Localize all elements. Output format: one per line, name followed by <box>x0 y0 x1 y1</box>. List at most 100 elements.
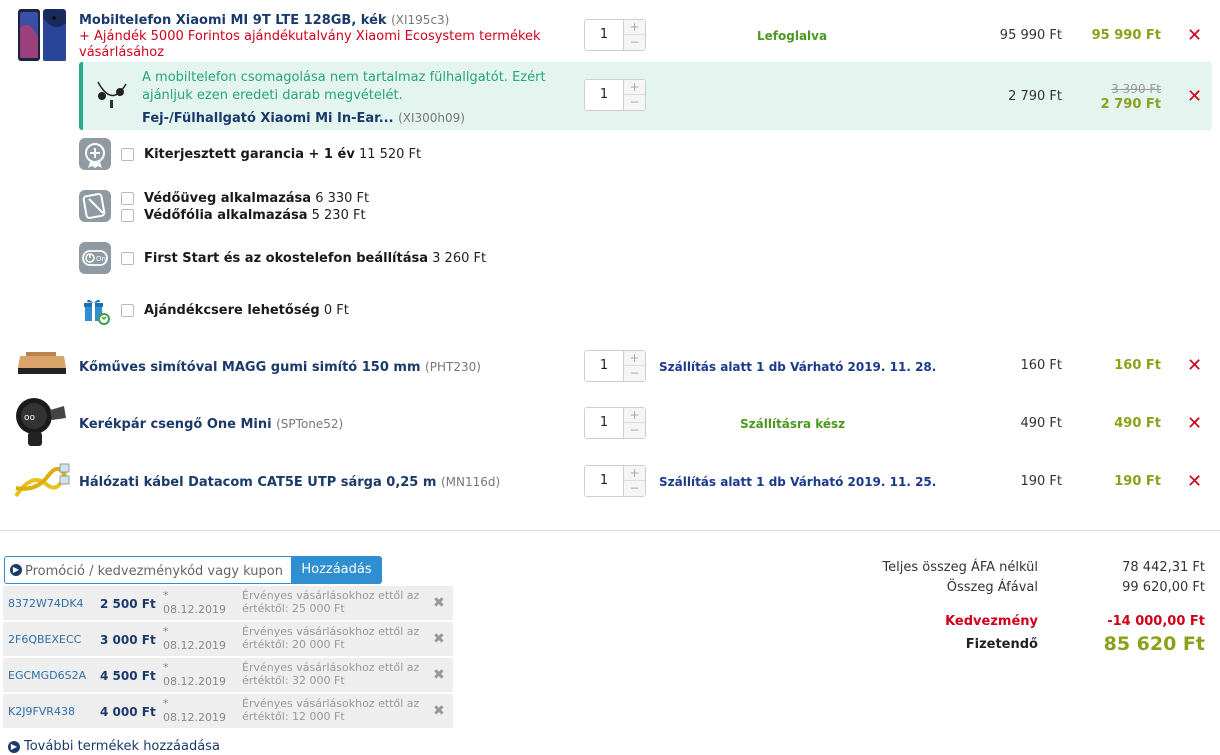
remove-coupon-icon[interactable]: ✖ <box>433 667 445 683</box>
remove-item-button[interactable]: ✕ <box>1187 415 1202 433</box>
gift-exchange-icon <box>84 299 110 325</box>
coupon-date: * 08.12.2019 <box>163 697 226 725</box>
quantity-stepper[interactable]: 1 + − <box>584 79 646 111</box>
earphone-thumbnail[interactable] <box>94 78 130 110</box>
product-title[interactable]: Kőműves simítóval MAGG gumi simító 150 m… <box>79 360 421 375</box>
remove-item-button[interactable]: ✕ <box>1187 357 1202 375</box>
coupon-code[interactable]: 8372W74DK4 <box>8 597 84 610</box>
coupon-code[interactable]: K2J9FVR438 <box>8 705 75 718</box>
warranty-option: Kiterjesztett garancia + 1 év 11 520 Ft <box>144 147 421 162</box>
suggestion-text: A mobiltelefon csomagolása nem tartalmaz… <box>142 70 546 103</box>
service-price: 6 330 Ft <box>315 191 370 206</box>
product-name[interactable]: Kerékpár csengő One Mini (SPTone52) <box>79 417 343 432</box>
gift-exchange-checkbox[interactable] <box>121 304 134 317</box>
add-more-products-label[interactable]: További termékek hozzáadása <box>24 739 220 754</box>
coupon-code[interactable]: 2F6QBEXECC <box>8 633 81 646</box>
plus-icon[interactable]: + <box>624 80 645 95</box>
minus-icon[interactable]: − <box>624 481 645 496</box>
status-badge: Lefoglalva <box>757 29 828 43</box>
quantity-value[interactable]: 1 <box>585 20 623 50</box>
suggested-product-name[interactable]: Fej-/Fülhallgató Xiaomi Mi In-Ear... (XI… <box>142 111 465 126</box>
remove-coupon-icon[interactable]: ✖ <box>433 703 445 719</box>
bell-thumbnail[interactable]: oo <box>14 396 70 448</box>
product-code: (MN116d) <box>440 475 501 489</box>
screen-glass-checkbox[interactable] <box>121 192 134 205</box>
coupon-date-value: 08.12.2019 <box>163 675 226 688</box>
arrow-right-icon: ▶ <box>8 740 20 753</box>
quantity-value[interactable]: 1 <box>585 408 623 438</box>
plus-icon[interactable]: + <box>624 351 645 366</box>
gross-total-label: Összeg Áfával <box>946 580 1038 595</box>
remove-item-button[interactable]: ✕ <box>1187 88 1202 106</box>
coupon-code[interactable]: EGCMGD6S2A <box>8 669 86 682</box>
plus-icon[interactable]: + <box>624 466 645 481</box>
product-title[interactable]: Kerékpár csengő One Mini <box>79 417 272 432</box>
coupon-condition: Érvényes vásárlásokhoz ettől az értéktől… <box>242 697 420 723</box>
coupon-amount: 3 000 Ft <box>100 633 156 647</box>
unit-price: 190 Ft <box>1020 474 1062 489</box>
warranty-checkbox[interactable] <box>121 148 134 161</box>
quantity-stepper[interactable]: 1 + − <box>584 19 646 51</box>
status-badge: Szállítás alatt 1 db Várható 2019. 11. 2… <box>659 360 937 374</box>
promo-code-input[interactable] <box>25 561 291 581</box>
line-total: 160 Ft <box>1114 358 1161 373</box>
quantity-stepper[interactable]: 1 + − <box>584 407 646 439</box>
discount-label: Kedvezmény <box>945 614 1038 629</box>
amount-due-label: Fizetendő <box>965 637 1038 652</box>
product-title[interactable]: Mobiltelefon Xiaomi MI 9T LTE 128GB, kék <box>79 13 387 28</box>
coupon-amount: 2 500 Ft <box>100 597 156 611</box>
add-more-products-link[interactable]: ▶ További termékek hozzáadása <box>8 739 220 754</box>
product-name[interactable]: Hálózati kábel Datacom CAT5E UTP sárga 0… <box>79 475 500 490</box>
product-code: (XI195c3) <box>391 13 450 27</box>
phone-thumbnail[interactable] <box>16 8 68 62</box>
svg-text:On: On <box>96 255 106 263</box>
line-total: 95 990 Ft <box>1091 28 1161 43</box>
product-name[interactable]: Mobiltelefon Xiaomi MI 9T LTE 128GB, kék… <box>79 13 449 28</box>
section-divider <box>0 530 1220 531</box>
coupon-star: * <box>163 661 169 674</box>
product-title[interactable]: Hálózati kábel Datacom CAT5E UTP sárga 0… <box>79 475 436 490</box>
remove-item-button[interactable]: ✕ <box>1187 27 1202 45</box>
amount-due-value: 85 620 Ft <box>1103 633 1205 655</box>
quantity-value[interactable]: 1 <box>585 466 623 496</box>
unit-price: 160 Ft <box>1020 358 1062 373</box>
coupon-star: * <box>163 589 169 602</box>
coupon-date: * 08.12.2019 <box>163 589 226 617</box>
service-price: 5 230 Ft <box>311 208 366 223</box>
suggested-product-code: (XI300h09) <box>398 111 465 125</box>
quantity-stepper[interactable]: 1 + − <box>584 465 646 497</box>
coupon-row: EGCMGD6S2A 4 500 Ft * 08.12.2019 Érvényes… <box>3 658 453 692</box>
remove-coupon-icon[interactable]: ✖ <box>433 595 445 611</box>
remove-coupon-icon[interactable]: ✖ <box>433 631 445 647</box>
coupon-row: K2J9FVR438 4 000 Ft * 08.12.2019 Érvényes… <box>3 694 453 728</box>
quantity-value[interactable]: 1 <box>585 80 623 110</box>
coupon-date-value: 08.12.2019 <box>163 639 226 652</box>
minus-icon[interactable]: − <box>624 423 645 438</box>
plus-icon[interactable]: + <box>624 20 645 35</box>
screen-film-checkbox[interactable] <box>121 209 134 222</box>
quantity-stepper[interactable]: 1 + − <box>584 350 646 382</box>
coupon-star: * <box>163 625 169 638</box>
line-total: 490 Ft <box>1114 416 1161 431</box>
status-badge: Szállítás alatt 1 db Várható 2019. 11. 2… <box>659 475 937 489</box>
product-code: (PHT230) <box>425 360 481 374</box>
cable-thumbnail[interactable] <box>12 462 70 502</box>
remove-item-button[interactable]: ✕ <box>1187 473 1202 491</box>
coupon-amount: 4 500 Ft <box>100 669 156 683</box>
float-thumbnail[interactable] <box>16 350 68 376</box>
add-promo-button[interactable]: Hozzáadás <box>291 556 382 584</box>
suggested-product-title[interactable]: Fej-/Fülhallgató Xiaomi Mi In-Ear... <box>142 111 394 126</box>
first-start-checkbox[interactable] <box>121 252 134 265</box>
minus-icon[interactable]: − <box>624 95 645 110</box>
coupon-row: 2F6QBEXECC 3 000 Ft * 08.12.2019 Érvényes… <box>3 622 453 656</box>
status-badge: Szállításra kész <box>740 417 846 431</box>
svg-text:oo: oo <box>24 413 36 423</box>
coupon-star: * <box>163 697 169 710</box>
minus-icon[interactable]: − <box>624 35 645 50</box>
minus-icon[interactable]: − <box>624 366 645 381</box>
product-name[interactable]: Kőműves simítóval MAGG gumi simító 150 m… <box>79 360 481 375</box>
plus-icon[interactable]: + <box>624 408 645 423</box>
old-price: 3 390 Ft <box>1111 82 1161 96</box>
quantity-value[interactable]: 1 <box>585 351 623 381</box>
coupon-condition: Érvényes vásárlásokhoz ettől az értéktől… <box>242 589 420 615</box>
